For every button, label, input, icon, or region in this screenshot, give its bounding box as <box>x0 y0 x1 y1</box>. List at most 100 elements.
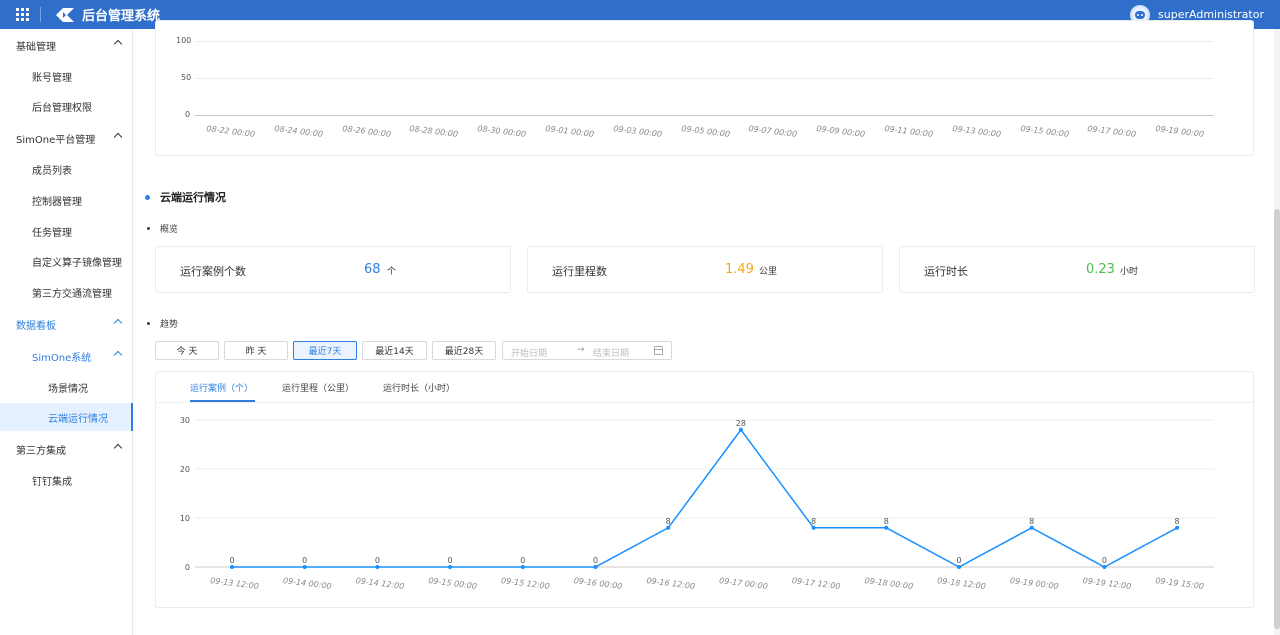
x-tick-label: 09-19 00:00 <box>1009 576 1059 591</box>
sidebar-item-label: 第三方交通流管理 <box>32 288 112 300</box>
tab-mileage[interactable]: 运行里程（公里） <box>282 381 354 394</box>
stat-card-duration: 运行时长 0.23 小时 <box>899 246 1255 293</box>
section-dot <box>145 194 150 200</box>
stat-unit: 公里 <box>759 267 778 277</box>
sidebar-item-cloud-runs[interactable]: 云端运行情况 <box>0 403 133 431</box>
filter-7days-button[interactable]: 最近7天 <box>293 341 357 360</box>
x-tick-label: 09-16 00:00 <box>573 576 623 591</box>
sidebar-item-label: 成员列表 <box>32 165 72 177</box>
sidebar-item-third-party-traffic[interactable]: 第三方交通流管理 <box>0 277 133 307</box>
trend-line-chart: 0 10 20 30 0 0 0 0 0 0 8 28 8 8 0 8 0 8 09-13 12:00 09-14 0… <box>180 416 1214 591</box>
data-point <box>230 565 234 569</box>
data-point <box>375 565 380 569</box>
chevron-up-icon <box>113 39 123 49</box>
x-tick-label: 09-13 12:00 <box>210 576 260 591</box>
end-date-input[interactable]: 结束日期 <box>593 346 629 359</box>
data-point <box>302 565 307 569</box>
sidebar-item-third-party-integration[interactable]: 第三方集成 <box>0 434 133 464</box>
start-date-input[interactable]: 开始日期 <box>511 346 547 359</box>
stat-unit: 个 <box>387 267 397 277</box>
stat-value: 1.49 <box>725 262 754 277</box>
sidebar: 基础管理 账号管理 后台管理权限 SimOne平台管理 成员列表 控制器管理 任… <box>0 29 133 635</box>
data-label: 0 <box>375 556 380 565</box>
trend-label: 趋势 <box>147 317 178 330</box>
chevron-up-icon <box>113 443 123 453</box>
app-title: 后台管理系统 <box>82 9 161 24</box>
sidebar-item-account-management[interactable]: 账号管理 <box>0 61 133 91</box>
stat-card-runs: 运行案例个数 68 个 <box>155 246 511 293</box>
y-tick-label: 50 <box>181 73 192 82</box>
sidebar-item-dashboard[interactable]: 数据看板 <box>0 309 133 339</box>
sidebar-item-label: 后台管理权限 <box>32 102 92 114</box>
sidebar-item-label: 钉钉集成 <box>32 476 72 488</box>
sidebar-item-controllers[interactable]: 控制器管理 <box>0 185 133 215</box>
sidebar-item-label: 云端运行情况 <box>48 413 108 425</box>
apps-grid-icon[interactable] <box>0 0 44 29</box>
sidebar-item-label: 基础管理 <box>16 41 56 53</box>
data-point <box>811 525 816 530</box>
x-axis-line <box>195 115 1214 116</box>
sidebar-item-simone-platform[interactable]: SimOne平台管理 <box>0 123 133 153</box>
data-point <box>884 525 889 530</box>
grid-line <box>195 78 1214 79</box>
y-tick-label: 20 <box>180 465 190 474</box>
series-line <box>232 428 1178 568</box>
y-tick-label: 30 <box>180 416 190 425</box>
page-scrollbar[interactable] <box>1274 29 1280 635</box>
filter-today-button[interactable]: 今 天 <box>155 341 219 360</box>
data-point <box>593 565 598 569</box>
data-label: 0 <box>1102 556 1107 565</box>
section-title: 云端运行情况 <box>145 189 226 205</box>
x-tick-label: 09-18 12:00 <box>937 576 987 591</box>
x-tick-label: 09-19 15:00 <box>1155 576 1205 591</box>
sidebar-item-label: 任务管理 <box>32 227 72 239</box>
sidebar-item-admin-permissions[interactable]: 后台管理权限 <box>0 91 133 121</box>
x-tick-label: 09-17 12:00 <box>791 576 841 591</box>
data-label: 8 <box>1029 517 1034 526</box>
data-point <box>1029 525 1034 530</box>
sidebar-item-tasks[interactable]: 任务管理 <box>0 216 133 246</box>
sidebar-item-scenarios[interactable]: 场景情况 <box>0 372 133 402</box>
scrollbar-thumb[interactable] <box>1274 209 1280 629</box>
sidebar-item-label: 控制器管理 <box>32 196 82 208</box>
calendar-icon[interactable] <box>654 346 663 355</box>
filter-14days-button[interactable]: 最近14天 <box>362 341 427 360</box>
y-tick-label: 100 <box>176 36 192 45</box>
sidebar-item-members[interactable]: 成员列表 <box>0 154 133 184</box>
x-tick-label: 09-15 00:00 <box>428 576 478 591</box>
data-label: 0 <box>229 556 234 565</box>
x-tick-label: 09-14 00:00 <box>282 576 332 591</box>
data-point <box>957 565 961 569</box>
sidebar-item-dingtalk[interactable]: 钉钉集成 <box>0 465 133 495</box>
tab-bar-line <box>155 402 1254 403</box>
brand[interactable]: 后台管理系统 <box>54 5 160 24</box>
x-tick-label: 09-17 00:00 <box>719 576 769 591</box>
sidebar-item-simone-system[interactable]: SimOne系统 <box>0 341 133 371</box>
sidebar-item-custom-operator-images[interactable]: 自定义算子镜像管理 <box>0 246 133 276</box>
x-tick-label: 09-14 12:00 <box>355 576 405 591</box>
data-point <box>1102 565 1107 569</box>
x-tick-label: 09-19 12:00 <box>1082 576 1132 591</box>
sidebar-item-basic-management[interactable]: 基础管理 <box>0 30 133 60</box>
bullet-dot <box>147 227 150 230</box>
stat-label: 运行里程数 <box>552 265 607 278</box>
x-tick-label: 09-15 12:00 <box>501 576 551 591</box>
data-label: 8 <box>884 517 889 526</box>
date-range-picker[interactable]: 开始日期 → 结束日期 <box>502 341 672 360</box>
x-tick-label: 09-16 12:00 <box>646 576 696 591</box>
overview-label: 概览 <box>147 222 178 235</box>
stat-value: 68 <box>364 262 381 277</box>
sidebar-item-label: 第三方集成 <box>16 445 66 457</box>
stat-label: 运行时长 <box>924 265 968 278</box>
filter-28days-button[interactable]: 最近28天 <box>432 341 496 360</box>
tab-duration[interactable]: 运行时长（小时） <box>383 381 455 394</box>
filter-yesterday-button[interactable]: 昨 天 <box>224 341 288 360</box>
tab-run-cases[interactable]: 运行案例（个） <box>190 381 253 394</box>
logo-icon <box>56 7 74 22</box>
data-label: 0 <box>520 556 525 565</box>
sidebar-item-label: SimOne平台管理 <box>16 134 96 146</box>
data-label: 8 <box>811 517 816 526</box>
y-tick-label: 0 <box>185 110 191 119</box>
sidebar-item-label: 自定义算子镜像管理 <box>32 257 122 269</box>
sidebar-item-label: 账号管理 <box>32 72 72 84</box>
